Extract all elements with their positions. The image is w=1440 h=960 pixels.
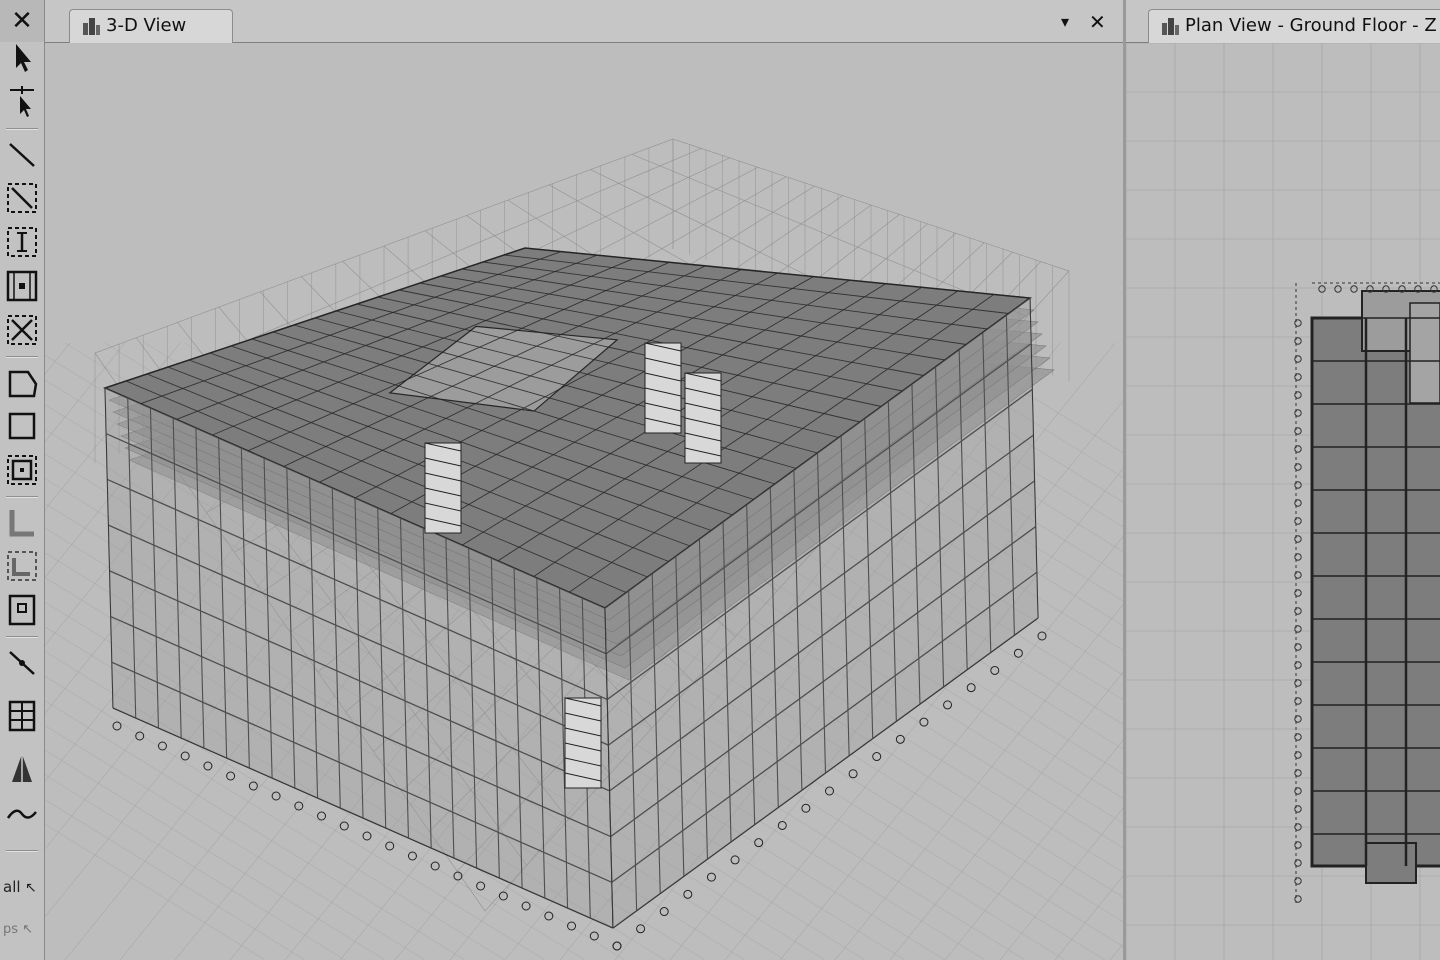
toolbar-separator bbox=[6, 636, 38, 638]
draw-wave-icon[interactable] bbox=[4, 796, 40, 832]
view-3d-titlebar: 3-D View ▾ ✕ bbox=[45, 0, 1123, 43]
draw-cross-brace-icon[interactable] bbox=[4, 312, 40, 348]
model-3d-viewport[interactable] bbox=[45, 43, 1123, 960]
select-all-button[interactable]: all ↖ bbox=[3, 878, 37, 896]
previous-selection-button[interactable]: ps ↖ bbox=[3, 922, 33, 937]
plan-canvas[interactable] bbox=[1126, 43, 1440, 960]
draw-floor-polygon-icon[interactable] bbox=[4, 364, 40, 400]
draw-column-icon[interactable] bbox=[4, 224, 40, 260]
toolbar-separator bbox=[6, 356, 38, 358]
tab-plan-view[interactable]: Plan View - Ground Floor - Z bbox=[1148, 9, 1440, 43]
toolbar-close-button[interactable]: ✕ bbox=[0, 0, 44, 42]
model-3d-canvas[interactable] bbox=[45, 43, 1123, 960]
ground-floor-plan bbox=[1295, 282, 1440, 903]
plan-view-titlebar: Plan View - Ground Floor - Z bbox=[1126, 0, 1440, 43]
draw-link-icon[interactable] bbox=[4, 644, 40, 680]
quick-draw-area-icon[interactable] bbox=[4, 452, 40, 488]
draw-opening-icon[interactable] bbox=[4, 592, 40, 628]
toolbar-separator bbox=[6, 128, 38, 130]
quick-draw-wall-icon[interactable] bbox=[4, 548, 40, 584]
reshape-pointer-icon[interactable] bbox=[4, 84, 40, 120]
view-dropdown-button[interactable]: ▾ bbox=[1061, 10, 1069, 34]
draw-rectangle-area-icon[interactable] bbox=[4, 408, 40, 444]
tab-3d-view-label: 3-D View bbox=[106, 15, 187, 36]
building-view-icon bbox=[1162, 18, 1179, 35]
draw-brace-icon[interactable] bbox=[4, 268, 40, 304]
draw-wall-icon[interactable] bbox=[4, 504, 40, 540]
drawing-toolbar: ✕ all ↖ ps ↖ bbox=[0, 0, 45, 960]
toolbar-separator bbox=[6, 850, 38, 852]
toolbar-separator bbox=[6, 496, 38, 498]
draw-beam-icon[interactable] bbox=[4, 180, 40, 216]
draw-grid-icon[interactable] bbox=[4, 698, 40, 734]
draw-line-icon[interactable] bbox=[4, 136, 40, 172]
draw-tendon-icon[interactable] bbox=[4, 750, 40, 786]
tab-plan-view-label: Plan View - Ground Floor - Z bbox=[1185, 15, 1437, 36]
tab-3d-view[interactable]: 3-D View bbox=[69, 9, 233, 43]
plan-viewport[interactable] bbox=[1126, 43, 1440, 960]
view-3d-panel: 3-D View ▾ ✕ bbox=[45, 0, 1126, 960]
view-3d-close-button[interactable]: ✕ bbox=[1089, 10, 1106, 34]
plan-view-panel: Plan View - Ground Floor - Z bbox=[1126, 0, 1440, 960]
building-view-icon bbox=[83, 18, 100, 35]
pointer-icon[interactable] bbox=[4, 40, 40, 76]
